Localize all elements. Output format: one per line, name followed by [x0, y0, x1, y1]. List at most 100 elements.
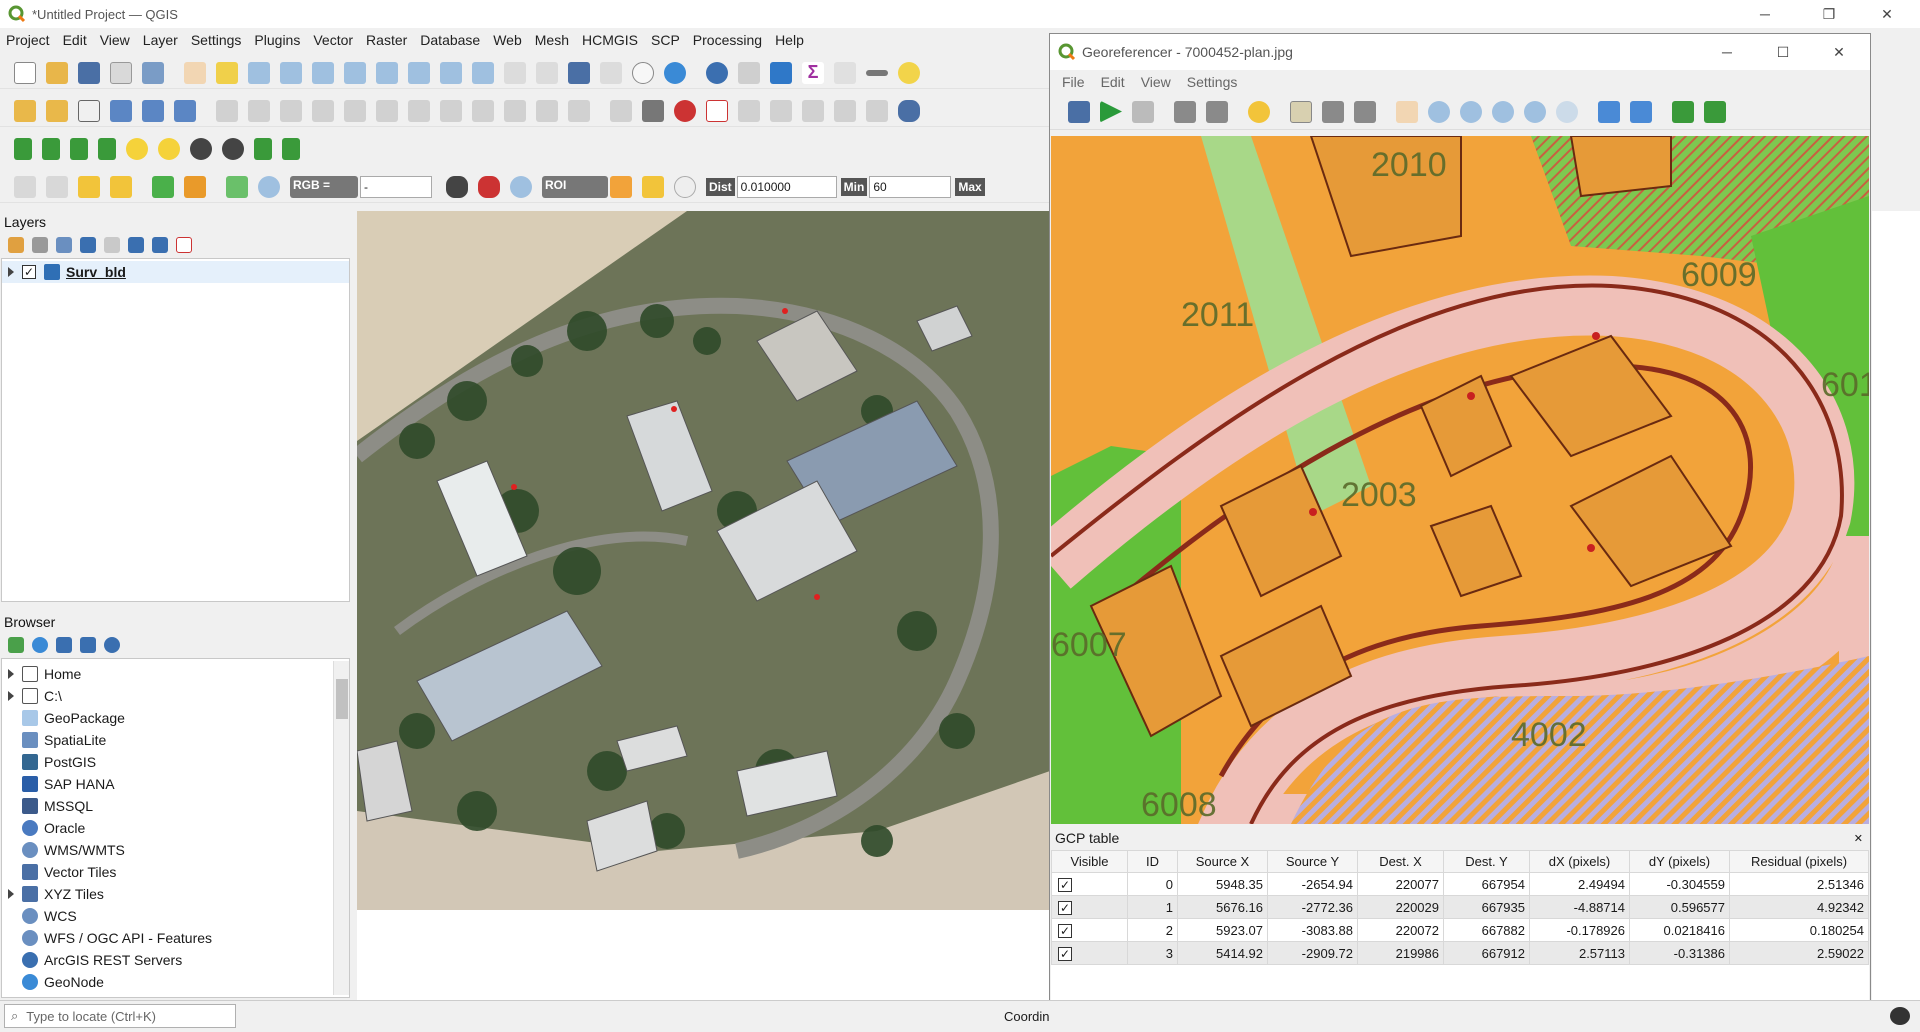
- add-feature-icon[interactable]: [312, 99, 334, 122]
- brightness-down-icon[interactable]: [158, 138, 180, 160]
- pan-to-selection-icon[interactable]: [216, 61, 238, 84]
- select-features-icon[interactable]: [14, 175, 36, 198]
- manage-map-themes-icon[interactable]: [56, 237, 72, 253]
- measure-ruler-icon[interactable]: [866, 69, 888, 76]
- delete-point-icon[interactable]: [1322, 100, 1344, 123]
- scp-zoom-roi-icon[interactable]: [510, 175, 532, 198]
- attribute-table-icon[interactable]: [834, 61, 856, 84]
- scp-hide-image-icon[interactable]: [478, 175, 500, 198]
- style-manager-icon[interactable]: [142, 61, 164, 84]
- histogram-full-icon[interactable]: [98, 138, 116, 160]
- scp-zoom-icon[interactable]: [152, 175, 174, 198]
- histogram-stretch-icon[interactable]: [42, 138, 60, 160]
- gcp-visible-checkbox[interactable]: ✓: [1058, 923, 1072, 938]
- expand-all-icon[interactable]: [128, 237, 144, 253]
- browser-item-wcs[interactable]: WCS: [2, 905, 77, 927]
- start-georeferencing-icon[interactable]: [1100, 100, 1122, 123]
- label-show-hide-icon[interactable]: [834, 99, 856, 122]
- bookmark-icon[interactable]: [568, 61, 590, 84]
- menu-database[interactable]: Database: [420, 32, 480, 48]
- zoom-last-icon[interactable]: [440, 61, 462, 84]
- browser-item-geonode[interactable]: GeoNode: [2, 971, 104, 993]
- select-location-icon[interactable]: [110, 175, 132, 198]
- zoom-native-icon[interactable]: [408, 61, 430, 84]
- map-tips-icon[interactable]: [898, 61, 920, 84]
- link-georef-icon[interactable]: [1598, 100, 1620, 123]
- attributes-icon[interactable]: [738, 61, 760, 84]
- paste-features-icon[interactable]: [504, 99, 526, 122]
- browser-item-xyz-tiles[interactable]: XYZ Tiles: [2, 883, 104, 905]
- col-dest-y[interactable]: Dest. Y: [1443, 850, 1530, 873]
- save-edits-icon[interactable]: [280, 99, 302, 122]
- zoom-next-icon[interactable]: [472, 61, 494, 84]
- georef-maximize-button[interactable]: ☐: [1760, 38, 1806, 66]
- toggle-editing-icon[interactable]: [248, 99, 270, 122]
- gcp-row[interactable]: ✓ 1 5676.16 -2772.36 220029 667935 -4.88…: [1051, 895, 1869, 919]
- menu-raster[interactable]: Raster: [366, 32, 407, 48]
- menu-edit[interactable]: Edit: [63, 32, 87, 48]
- label-change-icon[interactable]: [802, 99, 824, 122]
- browser-refresh-icon[interactable]: [32, 637, 48, 653]
- current-edits-icon[interactable]: [216, 99, 238, 122]
- show-bookmarks-icon[interactable]: [600, 61, 622, 84]
- menu-settings[interactable]: Settings: [191, 32, 242, 48]
- georef-menu-settings[interactable]: Settings: [1187, 74, 1238, 90]
- data-source-manager-icon[interactable]: [14, 99, 36, 122]
- gcp-visible-checkbox[interactable]: ✓: [1058, 877, 1072, 892]
- select-by-value-icon[interactable]: [78, 175, 100, 198]
- menu-vector[interactable]: Vector: [313, 32, 353, 48]
- browser-item-geopackage[interactable]: GeoPackage: [2, 707, 125, 729]
- new-3d-view-icon[interactable]: [536, 61, 558, 84]
- georef-menu-view[interactable]: View: [1141, 74, 1171, 90]
- georef-zoom-next-icon[interactable]: [1556, 100, 1578, 123]
- locator-search-input[interactable]: ⌕ Type to locate (Ctrl+K): [4, 1004, 236, 1028]
- browser-item-sap-hana[interactable]: SAP HANA: [2, 773, 115, 795]
- georef-zoom-in-icon[interactable]: [1428, 100, 1450, 123]
- col-id[interactable]: ID: [1127, 850, 1178, 873]
- new-geopackage-layer-icon[interactable]: [46, 99, 68, 122]
- zoom-out-icon[interactable]: [280, 61, 302, 84]
- save-project-icon[interactable]: [78, 61, 100, 84]
- menu-view[interactable]: View: [100, 32, 130, 48]
- georef-menu-file[interactable]: File: [1062, 74, 1085, 90]
- label-rotate-icon[interactable]: [770, 99, 792, 122]
- add-point-icon[interactable]: [1290, 100, 1312, 123]
- statistics-sigma-icon[interactable]: Σ: [802, 61, 824, 84]
- add-virtual-layer-icon[interactable]: [142, 99, 164, 122]
- zoom-full-icon[interactable]: [312, 61, 334, 84]
- col-visible[interactable]: Visible: [1051, 850, 1128, 873]
- col-dy[interactable]: dY (pixels): [1629, 850, 1730, 873]
- gcp-row[interactable]: ✓ 0 5948.35 -2654.94 220077 667954 2.494…: [1051, 872, 1869, 896]
- minimize-button[interactable]: ─: [1742, 0, 1788, 28]
- temporal-icon[interactable]: [632, 61, 654, 84]
- expand-arrow-icon[interactable]: [8, 267, 14, 277]
- generate-script-icon[interactable]: [1132, 100, 1154, 123]
- modify-attributes-icon[interactable]: [376, 99, 398, 122]
- menu-mesh[interactable]: Mesh: [535, 32, 569, 48]
- histogram-icon[interactable]: [14, 138, 32, 160]
- menu-web[interactable]: Web: [493, 32, 522, 48]
- restore-button[interactable]: ❐: [1806, 0, 1852, 28]
- add-mesh-layer-icon[interactable]: [174, 99, 196, 122]
- browser-item-oracle[interactable]: Oracle: [2, 817, 85, 839]
- georef-zoom-layer-icon[interactable]: [1492, 100, 1514, 123]
- min-spinbox[interactable]: 60: [869, 175, 952, 198]
- label-move-icon[interactable]: [738, 99, 760, 122]
- link-qgis-icon[interactable]: [1630, 100, 1652, 123]
- label-highlight-icon[interactable]: [706, 99, 728, 122]
- scp-show-image-icon[interactable]: [446, 175, 468, 198]
- gcp-visible-checkbox[interactable]: ✓: [1058, 946, 1072, 961]
- menu-layer[interactable]: Layer: [143, 32, 178, 48]
- roi-redo-icon[interactable]: [674, 175, 696, 198]
- add-vector-layer-icon[interactable]: [78, 99, 100, 122]
- transformation-settings-icon[interactable]: [1248, 100, 1270, 123]
- collapse-all-icon[interactable]: [152, 237, 168, 253]
- pan-hand-icon[interactable]: [184, 61, 206, 84]
- zoom-in-icon[interactable]: [248, 61, 270, 84]
- new-project-icon[interactable]: [14, 61, 36, 84]
- label-tool-icon[interactable]: [610, 99, 632, 122]
- col-residual[interactable]: Residual (pixels): [1729, 850, 1869, 873]
- contrast-up-icon[interactable]: [190, 138, 212, 160]
- vertex-tool-icon[interactable]: [344, 99, 366, 122]
- layer-visibility-checkbox[interactable]: ✓: [22, 265, 36, 279]
